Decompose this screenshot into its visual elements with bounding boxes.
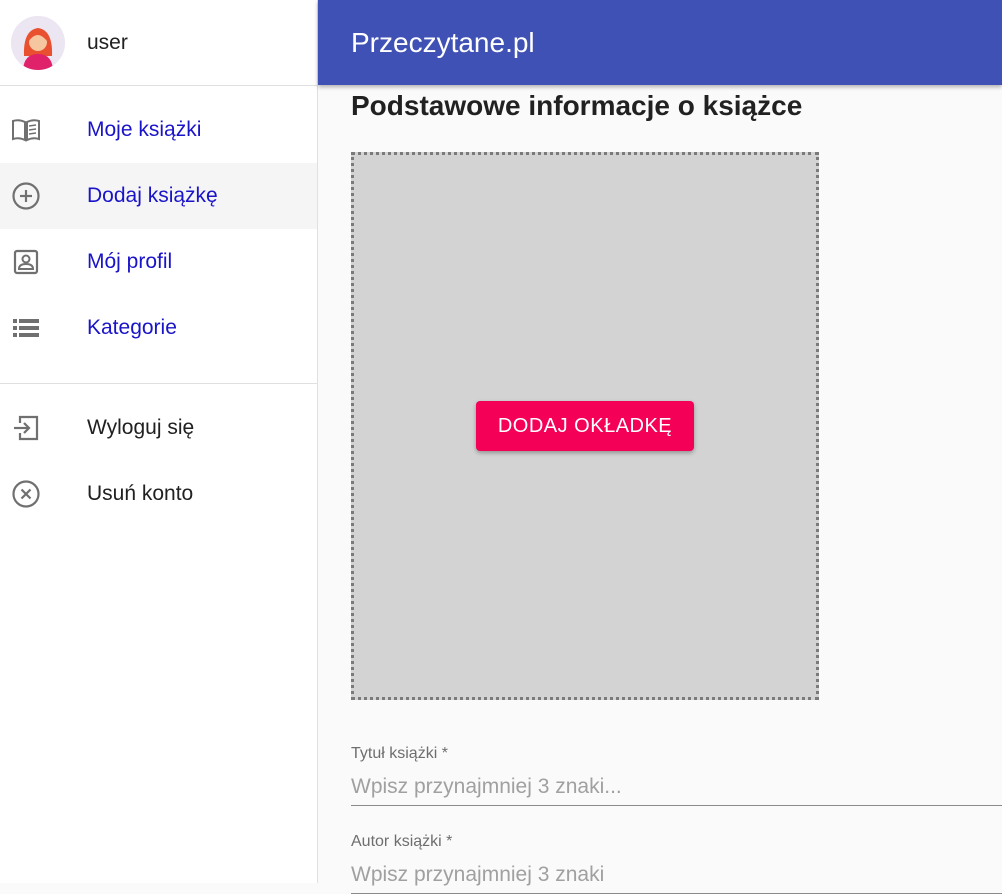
profile-icon [11, 247, 41, 277]
sidebar-item-label: Moje książki [87, 118, 202, 141]
user-header: user [0, 0, 317, 86]
add-cover-button[interactable]: DODAJ OKŁADKĘ [475, 401, 695, 451]
sidebar-item-delete-account[interactable]: Usuń konto [0, 461, 317, 527]
cancel-circle-icon [11, 479, 41, 509]
logout-icon [11, 413, 41, 443]
title-input[interactable] [351, 775, 1002, 806]
sidebar-item-label: Kategorie [87, 316, 177, 339]
user-name: user [87, 30, 128, 54]
sidebar-item-label: Mój profil [87, 250, 173, 273]
nav-primary: Moje książki Dodaj książkę Mój profil Ka… [0, 86, 317, 361]
title-field: Tytuł książki * [351, 745, 1002, 806]
main-content: Podstawowe informacje o książce DODAJ OK… [318, 85, 1002, 894]
app-title[interactable]: Przeczytane.pl [351, 27, 535, 59]
sidebar-item-my-profile[interactable]: Mój profil [0, 229, 317, 295]
nav-secondary: Wyloguj się Usuń konto [0, 384, 317, 527]
author-field-label: Autor książki * [351, 833, 453, 850]
sidebar-item-logout[interactable]: Wyloguj się [0, 395, 317, 461]
author-field: Autor książki * [351, 833, 1002, 894]
author-input[interactable] [351, 863, 1002, 894]
app-bar: Przeczytane.pl [318, 0, 1002, 85]
cover-dropzone[interactable]: DODAJ OKŁADKĘ [351, 152, 819, 700]
sidebar-item-add-book[interactable]: Dodaj książkę [0, 163, 317, 229]
sidebar-item-my-books[interactable]: Moje książki [0, 97, 317, 163]
sidebar-item-categories[interactable]: Kategorie [0, 295, 317, 361]
sidebar: user Moje książki Dodaj książkę Mój prof… [0, 0, 318, 883]
add-circle-icon [11, 181, 41, 211]
page-title: Podstawowe informacje o książce [351, 90, 803, 121]
sidebar-item-label: Usuń konto [87, 482, 194, 505]
sidebar-item-label: Wyloguj się [87, 416, 195, 439]
list-icon [11, 313, 41, 343]
title-field-label: Tytuł książki * [351, 745, 448, 762]
book-open-icon [11, 115, 41, 145]
avatar-icon [11, 15, 65, 70]
avatar[interactable] [11, 15, 65, 70]
sidebar-item-label: Dodaj książkę [87, 184, 218, 207]
